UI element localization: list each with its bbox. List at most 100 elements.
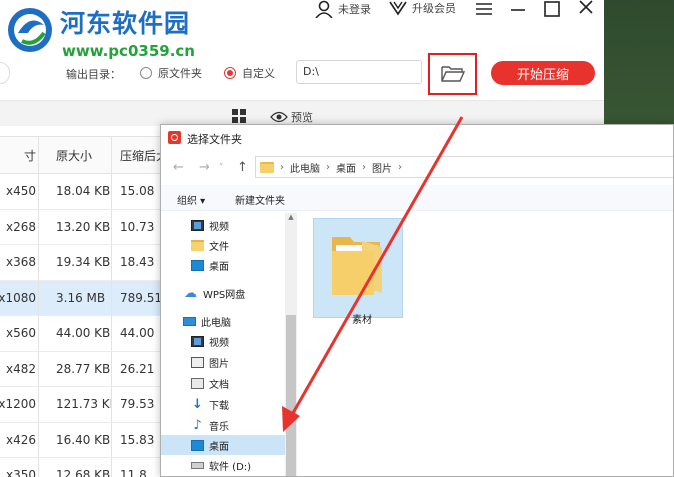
breadcrumb-item[interactable]: 桌面	[336, 160, 356, 175]
file-table: 寸 原大小 压缩后大 x450 18.04 KB 15.08 x268 13.20 KB…	[0, 136, 170, 477]
user-icon	[315, 0, 333, 18]
download-icon: ↓	[192, 396, 203, 412]
open-folder-icon	[440, 66, 465, 82]
radio-circle-selected	[224, 67, 236, 79]
output-path-input[interactable]: D:\	[296, 60, 422, 84]
tree-item[interactable]: 此电脑	[183, 311, 231, 331]
cell-original-size: 28.77 KB	[39, 351, 112, 386]
navigation-tree: 视频 文件 桌面 ☁ WPS网盘 此电脑 视频 图片 文档 ↓ 下载 ♪ 音乐 桌面 软件 (D:)	[161, 211, 297, 476]
tree-item[interactable]: ☁ WPS网盘	[183, 283, 245, 303]
login-button[interactable]: 未登录	[314, 0, 371, 18]
scroll-up-icon[interactable]: ▲	[285, 213, 297, 223]
cell-original-size: 13.20 KB	[39, 209, 112, 244]
table-row[interactable]: x450 18.04 KB 15.08	[0, 174, 170, 210]
folder-item-sucai[interactable]: 素材	[313, 218, 403, 326]
app-logo-icon	[168, 131, 181, 144]
table-row[interactable]: x368 19.34 KB 18.43	[0, 245, 170, 281]
breadcrumb-separator-icon[interactable]: ›	[362, 162, 366, 173]
video-icon	[191, 335, 204, 347]
folder-item-label: 素材	[352, 315, 372, 326]
close-icon[interactable]	[576, 0, 596, 18]
breadcrumb[interactable]: › 此电脑 › 桌面 › 图片 ›	[255, 156, 673, 178]
minimize-icon[interactable]	[508, 0, 528, 18]
tree-item-label: 下载	[209, 400, 229, 412]
tree-item-label: 文件	[209, 241, 229, 253]
cell-dimensions: x426	[0, 422, 39, 457]
vip-label: 升级会员	[412, 2, 456, 15]
tree-item-label: 图片	[209, 358, 229, 370]
tree-item[interactable]: ↓ 下载	[191, 394, 229, 414]
watermark-site-url: www.pc0359.cn	[62, 42, 195, 60]
cell-dimensions: x560	[0, 316, 39, 351]
tree-item-label: 视频	[209, 337, 229, 349]
table-body: x450 18.04 KB 15.08 x268 13.20 KB 10.73 x368 19…	[0, 174, 170, 477]
preview-label: 预览	[291, 111, 313, 124]
table-row[interactable]: x1200 121.73 KB 79.53	[0, 387, 170, 423]
watermark-site-name: 河东软件园	[60, 9, 191, 38]
tree-item-label: 视频	[209, 221, 229, 233]
breadcrumb-separator-icon[interactable]: ›	[398, 162, 402, 173]
desktop-icon	[191, 439, 204, 451]
upgrade-vip-button[interactable]: 升级会员	[388, 0, 456, 16]
vip-diamond-icon	[389, 1, 407, 16]
tree-item-label: 桌面	[209, 261, 229, 273]
select-folder-dialog: 选择文件夹 ← → ˅ ↑ › 此电脑 › 桌面 › 图片 › 组织 ▾ 新建文…	[160, 124, 674, 477]
tree-item-label: WPS网盘	[203, 289, 246, 301]
watermark-logo-icon	[8, 8, 52, 52]
left-control-edge[interactable]	[0, 62, 10, 84]
breadcrumb-item[interactable]: 图片	[372, 160, 392, 175]
picture-icon	[191, 356, 204, 368]
maximize-icon[interactable]	[542, 0, 562, 18]
new-folder-button[interactable]: 新建文件夹	[235, 192, 285, 207]
cell-original-size: 3.16 MB	[39, 280, 112, 315]
radio-original-folder[interactable]: 原文件夹	[140, 65, 202, 81]
table-row[interactable]: x350 12.68 KB 11.8	[0, 458, 170, 477]
cell-original-size: 121.73 KB	[39, 387, 112, 422]
tree-item[interactable]: 文档	[191, 373, 229, 393]
tree-item[interactable]: 桌面	[191, 255, 229, 275]
tree-item[interactable]: 视频	[191, 331, 229, 351]
breadcrumb-item[interactable]: 此电脑	[290, 160, 320, 175]
tree-item[interactable]: 视频	[191, 215, 229, 235]
header-dimensions[interactable]: 寸	[0, 137, 39, 173]
cloud-icon: ☁	[184, 285, 197, 301]
back-arrow-icon[interactable]: ←	[173, 160, 184, 175]
music-icon: ♪	[193, 417, 202, 433]
tree-item[interactable]: ♪ 音乐	[191, 415, 229, 435]
table-row[interactable]: x560 44.00 KB 44.00	[0, 316, 170, 352]
video-icon	[191, 219, 204, 231]
preview-button[interactable]: 预览	[270, 109, 313, 125]
tree-item[interactable]: 桌面	[161, 435, 285, 455]
browse-folder-button[interactable]	[428, 53, 477, 95]
history-chevron-icon[interactable]: ˅	[219, 163, 224, 173]
table-row[interactable]: x426 16.40 KB 15.83	[0, 422, 170, 458]
tree-item[interactable]: 图片	[191, 352, 229, 372]
breadcrumb-separator-icon[interactable]: ›	[280, 162, 284, 173]
tree-item[interactable]: 文件	[191, 235, 229, 255]
cell-original-size: 18.04 KB	[39, 174, 112, 209]
organize-menu-button[interactable]: 组织 ▾	[177, 192, 205, 207]
cell-dimensions: x350	[0, 458, 39, 477]
tree-item[interactable]: 软件 (D:)	[191, 455, 251, 475]
grid-view-icon[interactable]	[231, 109, 247, 123]
radio-circle	[140, 67, 152, 79]
breadcrumb-separator-icon[interactable]: ›	[326, 162, 330, 173]
menu-icon[interactable]	[474, 0, 494, 18]
cell-dimensions: x1080	[0, 280, 39, 315]
cell-dimensions: x368	[0, 245, 39, 280]
table-row[interactable]: x482 28.77 KB 26.21	[0, 351, 170, 387]
start-compress-button[interactable]: 开始压缩	[491, 61, 595, 85]
cell-original-size: 16.40 KB	[39, 422, 112, 457]
table-header: 寸 原大小 压缩后大	[0, 136, 170, 174]
radio-custom-folder[interactable]: 自定义	[224, 65, 275, 81]
table-row[interactable]: x268 13.20 KB 10.73	[0, 209, 170, 245]
output-dir-label: 输出目录：	[66, 68, 121, 81]
forward-arrow-icon[interactable]: →	[199, 160, 210, 175]
tree-scrollbar-thumb[interactable]	[286, 315, 296, 476]
up-arrow-icon[interactable]: ↑	[237, 160, 248, 175]
tree-item-label: 音乐	[209, 421, 229, 433]
table-row[interactable]: x1080 3.16 MB 789.51	[0, 280, 170, 316]
desktop-icon	[191, 259, 204, 271]
tree-item-label: 此电脑	[201, 317, 231, 329]
header-original-size[interactable]: 原大小	[39, 137, 112, 173]
